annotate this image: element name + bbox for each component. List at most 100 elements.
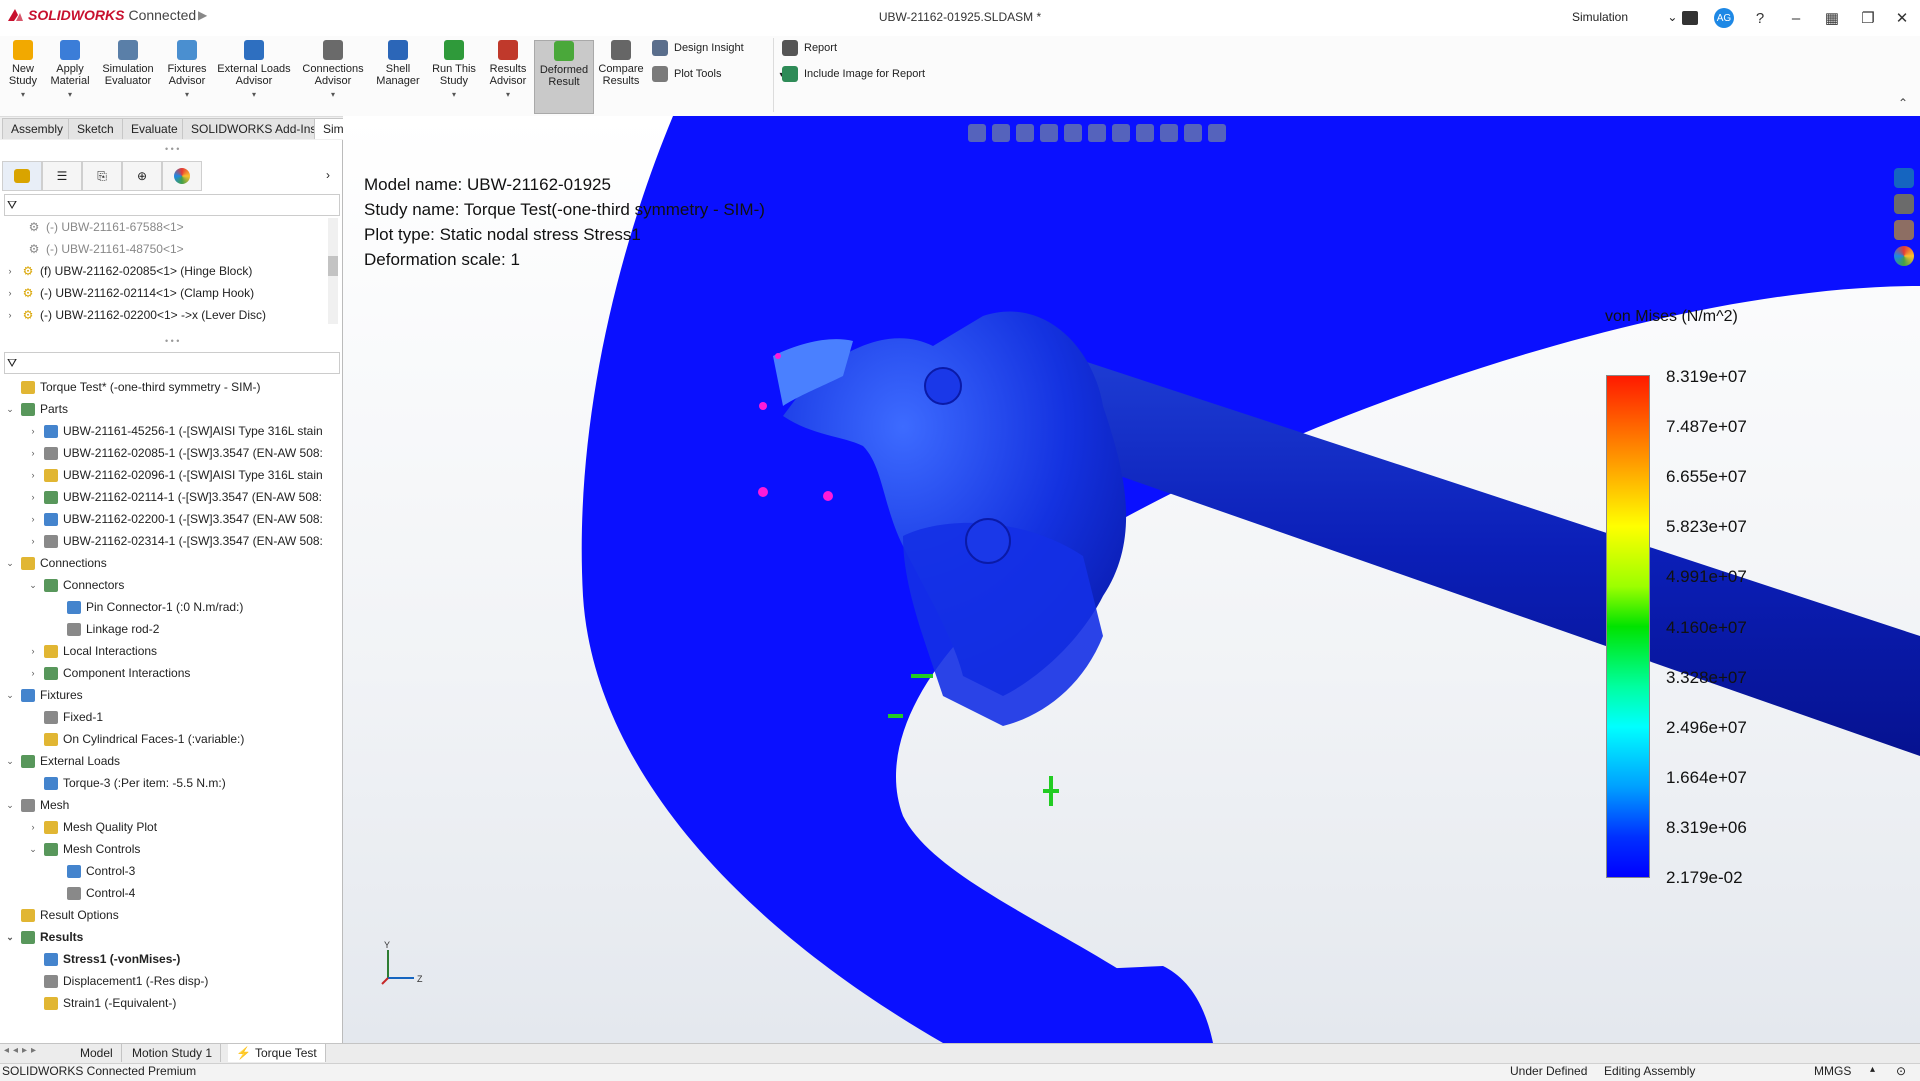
tree-row[interactable]: Strain1 (-Equivalent-) (27, 992, 176, 1014)
collapse-icon[interactable]: ⌄ (4, 690, 16, 701)
collapse-icon[interactable]: ⌄ (4, 932, 16, 943)
expand-icon[interactable]: › (27, 448, 39, 458)
tree-row[interactable]: › ⚙ (-) UBW-21162-02200<1> ->x (Lever Disc… (4, 304, 266, 326)
configuration-manager-tab[interactable]: ⎘ (82, 161, 122, 191)
tree-row[interactable]: › ⚙ (-) UBW-21162-02114<1> (Clamp Hook) (4, 282, 255, 304)
tree-row[interactable]: Result Options (4, 904, 119, 926)
panel-splitter[interactable]: • • • (165, 336, 179, 346)
tree-row[interactable]: Torque Test* (-one-third symmetry - SIM-… (4, 376, 261, 398)
panel-splitter[interactable]: • • • (165, 144, 179, 154)
new-study-button[interactable]: New Study ▾ (4, 40, 42, 112)
tree-row[interactable]: Linkage rod-2 (50, 618, 159, 640)
fixtures-advisor-button[interactable]: Fixtures Advisor ▾ (162, 40, 212, 112)
tree-row[interactable]: › UBW-21162-02314-1 (-[SW]3.3547 (EN-AW 5… (27, 530, 323, 552)
tab-evaluate[interactable]: Evaluate (122, 118, 187, 139)
expand-icon[interactable]: › (4, 310, 16, 320)
results-advisor-button[interactable]: Results Advisor ▾ (484, 40, 532, 112)
workspace-selector[interactable]: Simulation ⌄ (1572, 10, 1677, 24)
expand-icon[interactable]: › (4, 288, 16, 298)
run-this-study-button[interactable]: Run This Study ▾ (428, 40, 480, 112)
collapse-icon[interactable]: ⌄ (27, 844, 39, 855)
tree-row[interactable]: ⚙ (-) UBW-21161-67588<1> (10, 216, 184, 238)
design-library-icon[interactable] (1894, 194, 1914, 214)
collapse-icon[interactable]: ⌄ (4, 404, 16, 415)
tree-row[interactable]: › UBW-21162-02200-1 (-[SW]3.3547 (EN-AW 5… (27, 508, 323, 530)
tree-row[interactable]: › ⚙ (f) UBW-21162-02085<1> (Hinge Block) (4, 260, 253, 282)
collapse-ribbon-icon[interactable]: ⌃ (1898, 96, 1908, 110)
scrollbar-thumb[interactable] (328, 256, 338, 276)
section-view-icon[interactable] (1040, 124, 1058, 142)
expand-icon[interactable]: › (27, 646, 39, 656)
tree-row[interactable]: › Component Interactions (27, 662, 191, 684)
appearances-icon[interactable] (1894, 246, 1914, 266)
dimxpert-tab[interactable]: ⊕ (122, 161, 162, 191)
compare-results-button[interactable]: Compare Results (596, 40, 646, 112)
tree-row[interactable]: ⌄ Parts (4, 398, 68, 420)
expand-icon[interactable]: › (27, 668, 39, 678)
tab-motion-study-1[interactable]: Motion Study 1 (124, 1044, 222, 1062)
simulation-evaluator-button[interactable]: Simulation Evaluator (98, 40, 158, 112)
filter-bar-study[interactable]: ⛛ (4, 352, 340, 374)
tree-row[interactable]: Control-4 (50, 882, 135, 904)
property-manager-tab[interactable]: ☰ (42, 161, 82, 191)
tab-torque-test[interactable]: ⚡ Torque Test (228, 1044, 326, 1062)
tab-scroll-arrows[interactable]: ◂◂▸▸ (4, 1045, 40, 1056)
display-style-icon[interactable] (1112, 124, 1130, 142)
hide-show-icon[interactable] (1136, 124, 1154, 142)
tree-row[interactable]: ⌄ Connectors (27, 574, 124, 596)
tree-row[interactable]: Stress1 (-vonMises-) (27, 948, 180, 970)
grid-icon[interactable]: ▦ (1818, 6, 1846, 30)
tree-row[interactable]: ⌄ External Loads (4, 750, 120, 772)
tree-row[interactable]: Fixed-1 (27, 706, 103, 728)
zoom-to-fit-icon[interactable] (968, 124, 986, 142)
chevron-right-icon[interactable]: › (326, 168, 330, 182)
expand-icon[interactable]: › (27, 536, 39, 546)
tab-model[interactable]: Model (72, 1044, 122, 1062)
tree-row[interactable]: ⚙ (-) UBW-21161-48750<1> (10, 238, 184, 260)
plot-tools-button[interactable]: Plot Tools▾ (652, 66, 784, 82)
terminal-icon[interactable] (1676, 6, 1704, 30)
collapse-icon[interactable]: ⌄ (4, 800, 16, 811)
feature-manager-tab[interactable] (2, 161, 42, 191)
filter-bar-top[interactable]: ⛛ (4, 194, 340, 216)
expand-icon[interactable]: › (27, 514, 39, 524)
edit-appearance-icon[interactable] (1160, 124, 1178, 142)
tree-row[interactable]: Pin Connector-1 (:0 N.m/rad:) (50, 596, 243, 618)
restore-icon[interactable]: ❐ (1854, 6, 1882, 30)
connections-advisor-button[interactable]: Connections Advisor ▾ (298, 40, 368, 112)
help-icon[interactable]: ? (1746, 6, 1774, 30)
stress-color-legend[interactable] (1606, 375, 1650, 878)
expand-icon[interactable]: › (27, 822, 39, 832)
tree-row[interactable]: On Cylindrical Faces-1 (:variable:) (27, 728, 244, 750)
tab-assembly[interactable]: Assembly (2, 118, 73, 139)
tree-row[interactable]: Control-3 (50, 860, 135, 882)
view-orientation-icon[interactable] (1088, 124, 1106, 142)
expand-icon[interactable]: › (27, 426, 39, 436)
tab-solidworks-add-ins[interactable]: SOLIDWORKS Add-Ins (182, 118, 326, 139)
tree-row[interactable]: › UBW-21162-02085-1 (-[SW]3.3547 (EN-AW 5… (27, 442, 323, 464)
tree-row[interactable]: ⌄ Fixtures (4, 684, 82, 706)
tree-row[interactable]: Torque-3 (:Per item: -5.5 N.m:) (27, 772, 226, 794)
design-insight-button[interactable]: Design Insight (652, 40, 744, 56)
previous-view-icon[interactable] (1016, 124, 1034, 142)
tree-row[interactable]: ⌄ Connections (4, 552, 107, 574)
display-manager-tab[interactable] (162, 161, 202, 191)
report-button[interactable]: Report (782, 40, 837, 56)
tab-sketch[interactable]: Sketch (68, 118, 123, 139)
tree-row[interactable]: › Local Interactions (27, 640, 158, 662)
apply-material-button[interactable]: Apply Material ▾ (48, 40, 92, 112)
expand-icon[interactable]: › (27, 470, 39, 480)
tree-row[interactable]: › Mesh Quality Plot (27, 816, 158, 838)
expand-icon[interactable]: › (27, 492, 39, 502)
tree-row[interactable]: › UBW-21162-02114-1 (-[SW]3.3547 (EN-AW 5… (27, 486, 323, 508)
close-icon[interactable]: ✕ (1888, 6, 1916, 30)
user-avatar[interactable]: AG (1710, 6, 1738, 30)
view-settings-icon[interactable] (1208, 124, 1226, 142)
solidworks-resources-icon[interactable] (1894, 168, 1914, 188)
tree-row[interactable]: ⌄ Mesh Controls (27, 838, 140, 860)
tree-scrollbar[interactable] (328, 218, 338, 324)
apply-scene-icon[interactable] (1184, 124, 1202, 142)
tree-row[interactable]: ⌄ Mesh (4, 794, 69, 816)
file-explorer-icon[interactable] (1894, 220, 1914, 240)
expand-icon[interactable]: › (4, 266, 16, 276)
